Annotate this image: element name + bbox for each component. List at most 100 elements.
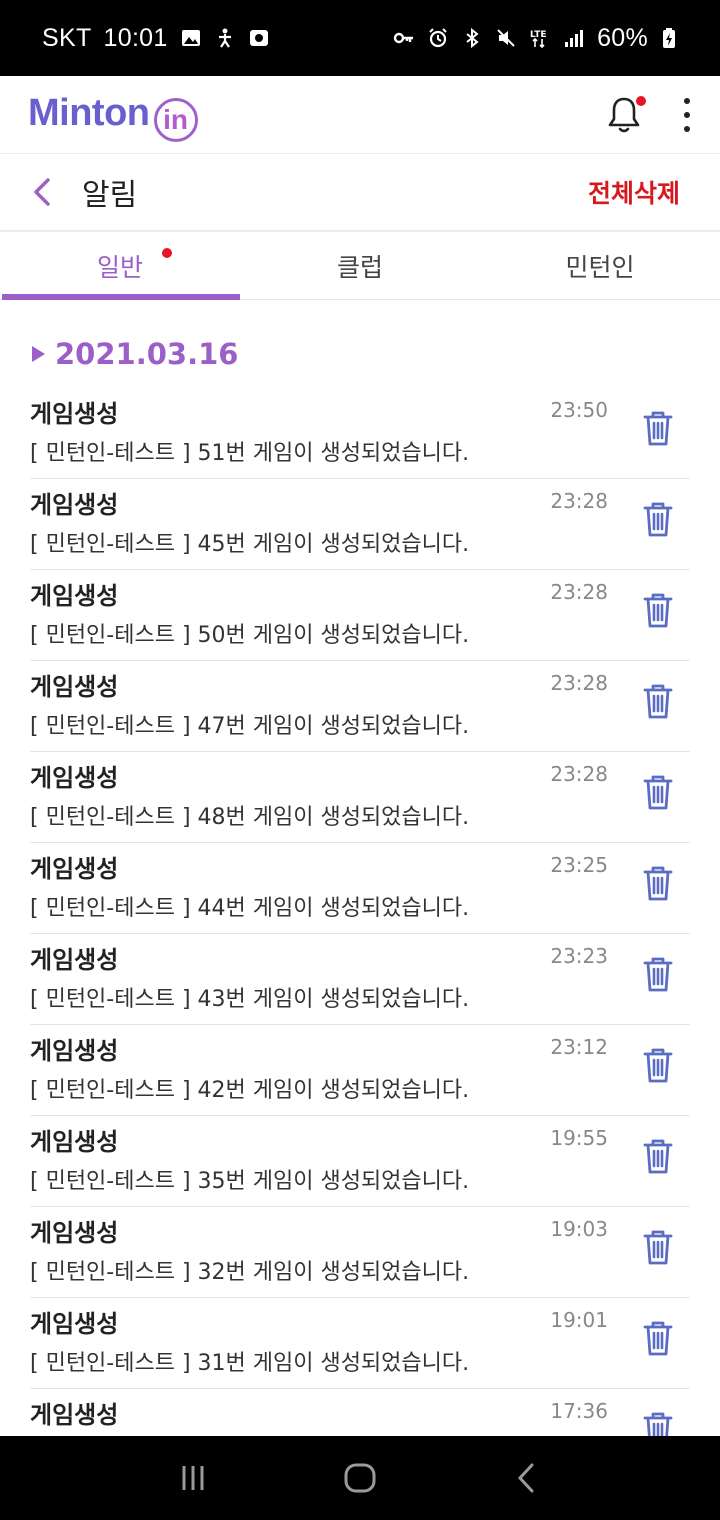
notification-title: 게임생성 (30, 1219, 119, 1247)
delete-notification-button[interactable] (640, 1227, 676, 1267)
camera-icon (248, 27, 270, 49)
notification-item[interactable]: 게임생성 [ 민턴인-테스트 ] 50번 게임이 생성되었습니다. 23:28 (30, 570, 690, 661)
trash-icon (643, 775, 673, 810)
home-button[interactable] (340, 1458, 380, 1498)
delete-all-button[interactable]: 전체삭제 (588, 174, 680, 210)
notification-title: 게임생성 (30, 855, 119, 883)
notification-item[interactable]: 게임생성 [ 민턴인-테스트 ] 42번 게임이 생성되었습니다. 23:12 (30, 1025, 690, 1116)
notification-message: [ 민턴인-테스트 ] 50번 게임이 생성되었습니다. (30, 623, 470, 648)
battery-icon (660, 27, 682, 49)
trash-icon (643, 1048, 673, 1083)
notification-title: 게임생성 (30, 582, 119, 610)
svg-text:LTE: LTE (530, 30, 547, 40)
notification-message: [ 민턴인-테스트 ] 43번 게임이 생성되었습니다. (30, 987, 470, 1012)
notification-bell-button[interactable] (606, 95, 646, 135)
chevron-left-icon (34, 178, 50, 206)
delete-notification-button[interactable] (640, 1409, 676, 1436)
notification-title: 게임생성 (30, 1037, 119, 1065)
delete-notification-button[interactable] (640, 590, 676, 630)
notification-message: [ 민턴인-테스트 ] 35번 게임이 생성되었습니다. (30, 1169, 470, 1194)
notification-time: 23:28 (550, 489, 608, 513)
trash-icon (643, 957, 673, 992)
trash-icon (643, 1139, 673, 1174)
more-dot (684, 125, 690, 132)
notification-item[interactable]: 게임생성 [ 민턴인-테스트 ] 31번 게임이 생성되었습니다. 19:01 (30, 1298, 690, 1389)
notification-title: 게임생성 (30, 764, 119, 792)
notification-message: [ 민턴인-테스트 ] 32번 게임이 생성되었습니다. (30, 1260, 470, 1285)
carrier-label: SKT (42, 23, 92, 52)
notification-title: 게임생성 (30, 1310, 119, 1338)
delete-notification-button[interactable] (640, 772, 676, 812)
notification-badge (636, 95, 646, 106)
notification-item[interactable]: 게임생성[ 민턴인-테스트 ] 24번 게임이 생성되었습니다.17:36 (30, 1389, 690, 1436)
tab-bar: 일반 클럽 민턴인 (0, 232, 720, 300)
notification-content[interactable]: 2021.03.16 게임생성 [ 민턴인-테스트 ] 51번 게임이 생성되었습… (0, 300, 720, 1436)
delete-notification-button[interactable] (640, 1136, 676, 1176)
logo-text: Minton (28, 91, 150, 134)
notification-title: 게임생성 (30, 491, 119, 519)
delete-notification-button[interactable] (640, 499, 676, 539)
delete-notification-button[interactable] (640, 1318, 676, 1358)
notification-time: 23:28 (550, 762, 608, 786)
notification-time: 23:50 (550, 398, 608, 422)
notification-title: 게임생성 (30, 673, 119, 701)
notification-item[interactable]: 게임생성 [ 민턴인-테스트 ] 45번 게임이 생성되었습니다. 23:28 (30, 479, 690, 570)
back-nav-button[interactable] (507, 1458, 547, 1498)
back-button[interactable] (30, 177, 54, 207)
lte-icon: LTE (529, 27, 551, 49)
delete-notification-button[interactable] (640, 408, 676, 448)
title-bar: 알림 전체삭제 (0, 154, 720, 232)
delete-notification-button[interactable] (640, 681, 676, 721)
more-options-button[interactable] (682, 97, 692, 132)
notification-item[interactable]: 게임생성 [ 민턴인-테스트 ] 47번 게임이 생성되었습니다. 23:28 (30, 661, 690, 752)
tab-badge (162, 248, 172, 258)
notification-message: [ 민턴인-테스트 ] 44번 게임이 생성되었습니다. (30, 896, 470, 921)
notification-time: 23:28 (550, 671, 608, 695)
delete-notification-button[interactable] (640, 863, 676, 903)
notification-title: 게임생성 (30, 1401, 119, 1429)
section-date: 2021.03.16 (55, 337, 239, 371)
app-header: Minton in (0, 76, 720, 154)
key-icon (393, 27, 415, 49)
notification-item[interactable]: 게임생성 [ 민턴인-테스트 ] 43번 게임이 생성되었습니다. 23:23 (30, 934, 690, 1025)
page-title: 알림 (82, 178, 138, 213)
notification-time: 23:25 (550, 853, 608, 877)
notification-time: 19:01 (550, 1308, 608, 1332)
notification-message: [ 민턴인-테스트 ] 31번 게임이 생성되었습니다. (30, 1351, 470, 1376)
notification-item[interactable]: 게임생성 [ 민턴인-테스트 ] 51번 게임이 생성되었습니다. 23:50 (30, 388, 690, 479)
date-section-header[interactable]: 2021.03.16 (0, 300, 720, 388)
recent-apps-icon (182, 1466, 204, 1490)
trash-icon (643, 1412, 673, 1436)
notification-item[interactable]: 게임생성 [ 민턴인-테스트 ] 32번 게임이 생성되었습니다. 19:03 (30, 1207, 690, 1298)
delete-notification-button[interactable] (640, 1045, 676, 1085)
trash-icon (643, 866, 673, 901)
system-nav-bar (0, 1436, 720, 1520)
notification-time: 23:12 (550, 1035, 608, 1059)
trash-icon (643, 593, 673, 628)
notification-title: 게임생성 (30, 946, 119, 974)
tab-general[interactable]: 일반 (0, 232, 240, 300)
notification-time: 19:55 (550, 1126, 608, 1150)
tab-club[interactable]: 클럽 (240, 232, 480, 299)
accessibility-icon (214, 27, 236, 49)
notification-message: [ 민턴인-테스트 ] 51번 게임이 생성되었습니다. (30, 441, 470, 466)
recent-apps-button[interactable] (173, 1458, 213, 1498)
app-logo[interactable]: Minton in (28, 91, 198, 142)
notification-list: 게임생성[ 민턴인-테스트 ] 51번 게임이 생성되었습니다. 23:50 게임생… (0, 388, 720, 1436)
notification-time: 17:36 (550, 1399, 608, 1423)
clock: 10:01 (103, 23, 168, 52)
trash-icon (643, 1230, 673, 1265)
notification-message: [ 민턴인-테스트 ] 45번 게임이 생성되었습니다. (30, 532, 470, 557)
notification-item[interactable]: 게임생성 [ 민턴인-테스트 ] 35번 게임이 생성되었습니다. 19:55 (30, 1116, 690, 1207)
status-bar-right: LTE 60% (393, 24, 682, 53)
delete-notification-button[interactable] (640, 954, 676, 994)
notification-item[interactable]: 게임생성 [ 민턴인-테스트 ] 48번 게임이 생성되었습니다. 23:28 (30, 752, 690, 843)
expand-arrow-icon (32, 346, 45, 362)
notification-title: 게임생성 (30, 400, 119, 428)
notification-item[interactable]: 게임생성 [ 민턴인-테스트 ] 44번 게임이 생성되었습니다. 23:25 (30, 843, 690, 934)
bluetooth-icon (461, 27, 483, 49)
home-icon (344, 1463, 376, 1493)
logo-badge: in (153, 97, 198, 142)
tab-mintonin[interactable]: 민턴인 (480, 232, 720, 299)
alarm-icon (427, 27, 449, 49)
